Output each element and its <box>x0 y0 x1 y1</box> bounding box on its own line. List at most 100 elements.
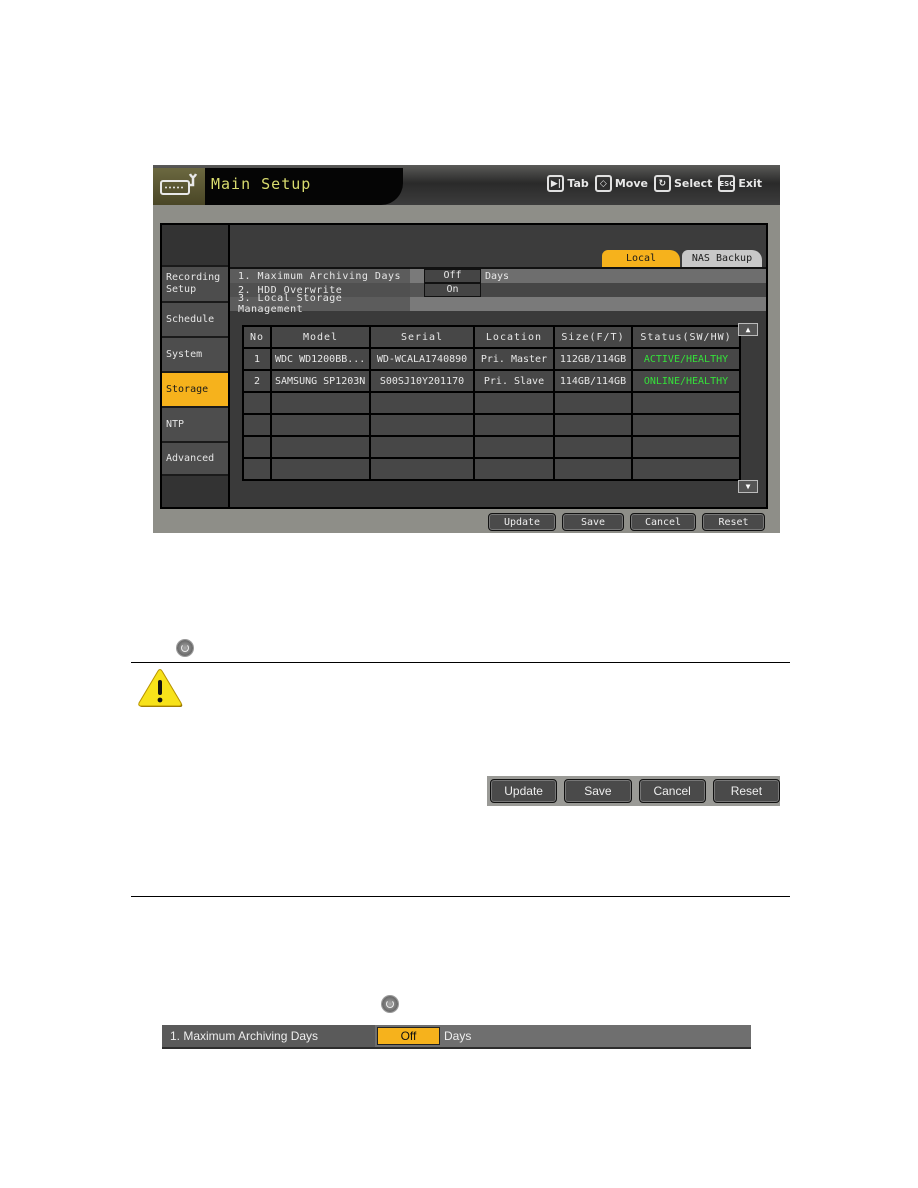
table-cell <box>270 391 371 415</box>
max-archiving-days-select[interactable]: Off <box>424 269 481 283</box>
table-cell: 112GB/114GB <box>553 347 633 371</box>
update-button-example[interactable]: Update <box>490 779 558 803</box>
sidebar-item-advanced[interactable]: Advanced <box>162 441 228 476</box>
archive-days-select[interactable]: Off <box>377 1027 440 1045</box>
table-cell <box>553 435 633 459</box>
table-cell: Pri. Slave <box>473 369 555 393</box>
table-cell: 1 <box>242 347 272 371</box>
sidebar-item-ntp[interactable]: NTP <box>162 406 228 441</box>
scroll-down-button[interactable]: ▼ <box>738 480 758 493</box>
table-row[interactable] <box>242 391 741 415</box>
table-cell: SAMSUNG SP1203N <box>270 369 371 393</box>
setup-panel: Recording Setup Schedule System Storage … <box>160 223 768 509</box>
save-button-example[interactable]: Save <box>564 779 632 803</box>
table-cell <box>631 435 741 459</box>
divider-bottom <box>131 896 790 897</box>
table-row[interactable] <box>242 413 741 437</box>
table-cell: Pri. Master <box>473 347 555 371</box>
table-cell <box>473 457 555 481</box>
table-cell: 2 <box>242 369 272 393</box>
option-local-storage-management: 3. Local Storage Management <box>230 293 766 315</box>
storage-table: No Model Serial Location Size(F/T) Statu… <box>242 325 741 481</box>
hint-select-label: Select <box>673 177 713 190</box>
esc-icon: ESC <box>718 175 736 192</box>
tab-local[interactable]: Local <box>602 250 680 267</box>
hint-tab: ▶| Tab <box>547 175 589 192</box>
table-row[interactable] <box>242 457 741 481</box>
col-size: Size(F/T) <box>553 325 633 349</box>
col-location: Location <box>473 325 555 349</box>
table-cell <box>473 391 555 415</box>
table-cell: ACTIVE/HEALTHY <box>631 347 741 371</box>
table-row[interactable] <box>242 435 741 459</box>
table-cell <box>631 391 741 415</box>
hint-move: ◇ Move <box>594 175 648 192</box>
col-status: Status(SW/HW) <box>631 325 741 349</box>
sidebar-item-storage[interactable]: Storage <box>162 371 228 406</box>
reset-button-example[interactable]: Reset <box>712 779 780 803</box>
table-cell <box>369 435 475 459</box>
option-label: 3. Local Storage Management <box>230 293 410 315</box>
hint-select: ↻ Select <box>653 175 713 192</box>
table-cell <box>270 435 371 459</box>
col-model: Model <box>270 325 371 349</box>
warning-icon <box>138 669 183 707</box>
option-max-archiving-days: 1. Maximum Archiving Days Off Days <box>230 269 766 283</box>
setup-wrench-icon <box>153 168 205 205</box>
update-button[interactable]: Update <box>488 513 556 531</box>
sidebar-item-recording-setup[interactable]: Recording Setup <box>162 265 228 301</box>
sidebar-item-schedule[interactable]: Schedule <box>162 301 228 336</box>
table-cell <box>631 413 741 437</box>
jog-dial-icon <box>177 640 193 656</box>
table-cell <box>553 457 633 481</box>
table-cell <box>473 413 555 437</box>
table-cell <box>242 413 272 437</box>
table-cell: S00SJ10Y201170 <box>369 369 475 393</box>
divider-top <box>131 662 790 663</box>
key-hints: ▶| Tab ◇ Move ↻ Select ESC Exit <box>547 175 762 192</box>
table-cell: ONLINE/HEALTHY <box>631 369 741 393</box>
tab-bar: Local NAS Backup <box>230 225 766 269</box>
table-cell <box>242 391 272 415</box>
table-cell: WD-WCALA1740890 <box>369 347 475 371</box>
sidebar-item-system[interactable]: System <box>162 336 228 371</box>
save-button[interactable]: Save <box>562 513 624 531</box>
action-buttons: Update Save Cancel Reset <box>488 513 765 531</box>
table-cell: WDC WD1200BB... <box>270 347 371 371</box>
hint-tab-label: Tab <box>567 177 589 190</box>
archive-days-row-example: 1. Maximum Archiving Days Off Days <box>162 1025 751 1049</box>
table-cell <box>369 391 475 415</box>
table-cell <box>369 457 475 481</box>
select-icon: ↻ <box>653 175 671 192</box>
table-header-row: No Model Serial Location Size(F/T) Statu… <box>242 325 741 349</box>
table-cell <box>473 435 555 459</box>
title-bar: Main Setup ▶| Tab ◇ Move ↻ Select ESC Ex… <box>153 165 780 205</box>
table-cell <box>242 457 272 481</box>
sidebar: Recording Setup Schedule System Storage … <box>162 225 230 507</box>
option-unit: Days <box>485 270 510 282</box>
hdd-overwrite-select[interactable]: On <box>424 283 481 297</box>
table-cell <box>270 413 371 437</box>
tab-nas-backup[interactable]: NAS Backup <box>682 250 762 267</box>
table-row[interactable]: 2 SAMSUNG SP1203N S00SJ10Y201170 Pri. Slave… <box>242 369 741 393</box>
table-cell <box>631 457 741 481</box>
button-strip-example: Update Save Cancel Reset <box>487 776 780 806</box>
scroll-up-button[interactable]: ▲ <box>738 323 758 336</box>
table-cell <box>369 413 475 437</box>
window-title: Main Setup <box>211 175 312 193</box>
table-cell <box>553 413 633 437</box>
table-row[interactable]: 1 WDC WD1200BB... WD-WCALA1740890 Pri. Mast… <box>242 347 741 371</box>
cancel-button-example[interactable]: Cancel <box>638 779 706 803</box>
option-gap <box>410 283 424 297</box>
archive-days-label: 1. Maximum Archiving Days <box>162 1025 375 1047</box>
option-label: 1. Maximum Archiving Days <box>230 269 410 283</box>
table-cell <box>242 435 272 459</box>
archive-days-unit: Days <box>444 1029 472 1043</box>
main-setup-screen: Main Setup ▶| Tab ◇ Move ↻ Select ESC Ex… <box>153 165 780 533</box>
tab-icon: ▶| <box>547 175 565 192</box>
option-gap <box>410 269 424 283</box>
col-serial: Serial <box>369 325 475 349</box>
cancel-button[interactable]: Cancel <box>630 513 696 531</box>
reset-button[interactable]: Reset <box>702 513 765 531</box>
hint-exit: ESC Exit <box>718 175 762 192</box>
